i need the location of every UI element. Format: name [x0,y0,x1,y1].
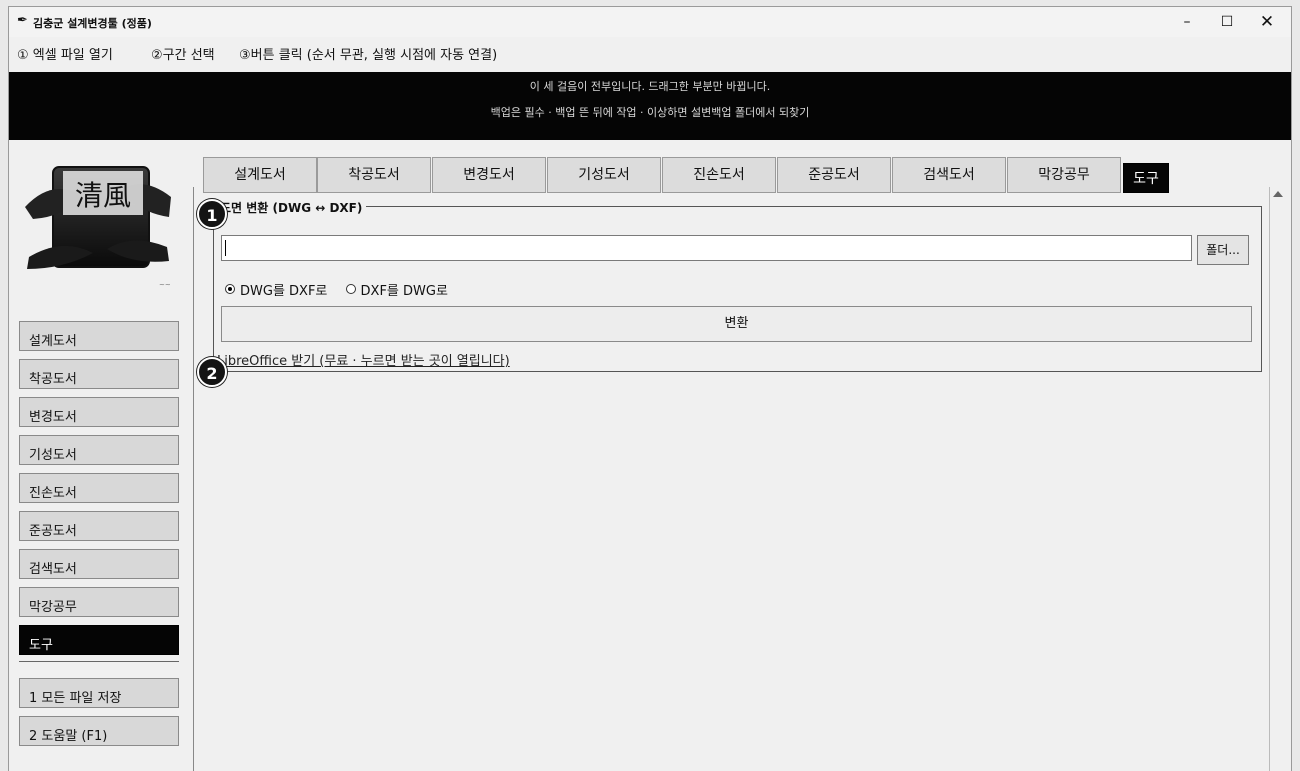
sidebar-item-tools[interactable]: 도구 [19,625,179,655]
radio-dxf-to-dwg[interactable]: DXF를 DWG로 [345,284,462,299]
sidebar-item-completion[interactable]: 준공도서 [19,511,179,541]
sidebar-item-search[interactable]: 검색도서 [19,549,179,579]
sidebar-divider [19,661,179,662]
instruction-banner: 이 세 걸음이 전부입니다. 드래그한 부분만 바뀝니다. 백업은 필수 · 백… [9,72,1291,140]
radio-dxf-to-dwg-label[interactable]: DXF를 DWG로 [361,284,448,299]
app-window: ✒ 김충군 설계변경툴 (정품) – ☐ ✕ ① 엑셀 파일 열기 ②구간 선택… [8,6,1292,771]
step-badge-1: 1 [197,199,227,229]
libreoffice-link[interactable]: LibreOffice 받기 (무료 · 누르면 받는 곳이 열립니다) [217,350,510,369]
sidebar-item-work[interactable]: 막강공무 [19,587,179,617]
help-button[interactable]: 2 도움말 (F1) [19,716,179,746]
banner-line-1: 이 세 걸음이 전부입니다. 드래그한 부분만 바뀝니다. [529,80,771,93]
main-content: 설계도서 착공도서 변경도서 기성도서 진손도서 준공도서 검색도서 막강공무 … [193,147,1291,771]
conversion-direction: DWG를 DXF로 DXF를 DWG로 [225,280,462,299]
menu-click-button[interactable]: ③버튼 클릭 (순서 무관, 실행 시점에 자동 연결) [239,44,497,63]
radio-selected-icon[interactable] [225,284,235,294]
text-caret [225,240,226,256]
sidebar-item-design[interactable]: 설계도서 [19,321,179,351]
sidebar: 清風 ~~ 설계도서 착공도서 변경도서 기성도서 진손도서 준공도서 검색도서… [9,147,191,771]
sidebar-item-progress[interactable]: 기성도서 [19,435,179,465]
save-all-button[interactable]: 1 모든 파일 저장 [19,678,179,708]
sidebar-item-start[interactable]: 착공도서 [19,359,179,389]
minimize-button[interactable]: – [1167,9,1207,35]
logo-text: 清風 [75,179,131,212]
window-title: 김충군 설계변경툴 (정품) [33,17,152,30]
radio-unselected-icon[interactable] [345,284,356,294]
menu-select-range[interactable]: ②구간 선택 [151,44,215,63]
banner-line-2: 백업은 필수 · 백업 뜬 뒤에 작업 · 이상하면 설변백업 폴더에서 되찾기 [490,106,810,119]
converter-group-title: 도면 변환 (DWG ↔ DXF) [216,199,367,216]
maximize-button[interactable]: ☐ [1207,9,1247,35]
vertical-scrollbar[interactable] [1269,187,1288,771]
title-bar: ✒ 김충군 설계변경툴 (정품) – ☐ ✕ [9,7,1291,37]
folder-button[interactable]: 폴더... [1197,235,1249,265]
close-button[interactable]: ✕ [1247,9,1287,35]
sidebar-item-change[interactable]: 변경도서 [19,397,179,427]
step-badge-2: 2 [197,357,227,387]
scroll-up-icon[interactable] [1273,191,1283,197]
radio-dwg-to-dxf-label[interactable]: DWG를 DXF로 [240,284,327,299]
feather-icon: ✒ [17,13,28,28]
logo: 清風 [25,166,171,269]
convert-button[interactable]: 변환 [221,306,1252,342]
menu-open-excel[interactable]: ① 엑셀 파일 열기 [17,44,113,63]
logo-signature-icon: ~~ [159,281,171,289]
sidebar-item-loss[interactable]: 진손도서 [19,473,179,503]
file-path-input[interactable] [221,235,1192,261]
radio-dwg-to-dxf[interactable]: DWG를 DXF로 [225,284,346,299]
